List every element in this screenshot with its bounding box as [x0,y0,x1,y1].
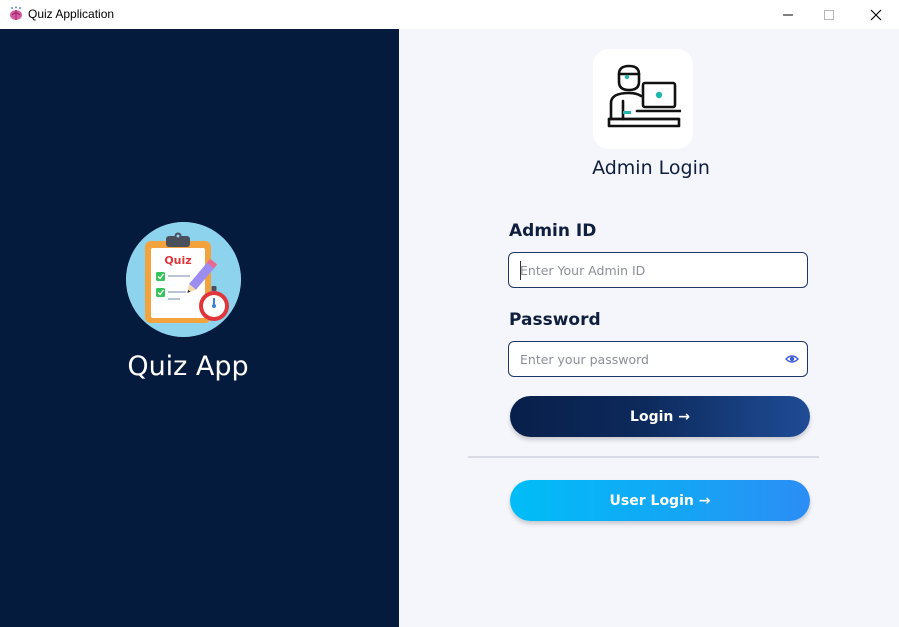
page-title: Admin Login [592,157,710,179]
eye-icon[interactable] [785,353,799,365]
logo-quiz-text: Quiz [164,254,191,267]
close-icon [870,9,882,20]
login-panel: Admin Login Admin ID Password Login → Us… [399,29,899,627]
login-button[interactable]: Login → [510,396,810,437]
title-bar: Quiz Application [0,0,899,29]
maximize-icon [824,9,834,20]
admin-id-label: Admin ID [509,221,597,241]
divider [468,456,819,458]
admin-desk-icon [607,64,681,128]
minimize-icon [783,14,793,15]
admin-id-field[interactable] [508,252,808,288]
user-login-button[interactable]: User Login → [510,480,810,521]
admin-avatar-card [593,49,693,149]
password-label: Password [509,310,601,330]
text-caret [520,261,521,280]
password-field[interactable] [508,341,808,377]
maximize-button[interactable] [806,0,852,29]
close-button[interactable] [853,0,899,29]
brain-icon [10,6,22,20]
password-input[interactable] [509,342,807,376]
admin-id-input[interactable] [509,253,807,287]
window-title: Quiz Application [28,7,115,21]
app-logo: Quiz [126,222,241,337]
app-name: Quiz App [127,351,249,382]
quiz-clipboard-icon: Quiz [126,222,241,337]
branding-panel: Quiz Quiz App [0,29,399,627]
minimize-button[interactable] [765,0,811,29]
